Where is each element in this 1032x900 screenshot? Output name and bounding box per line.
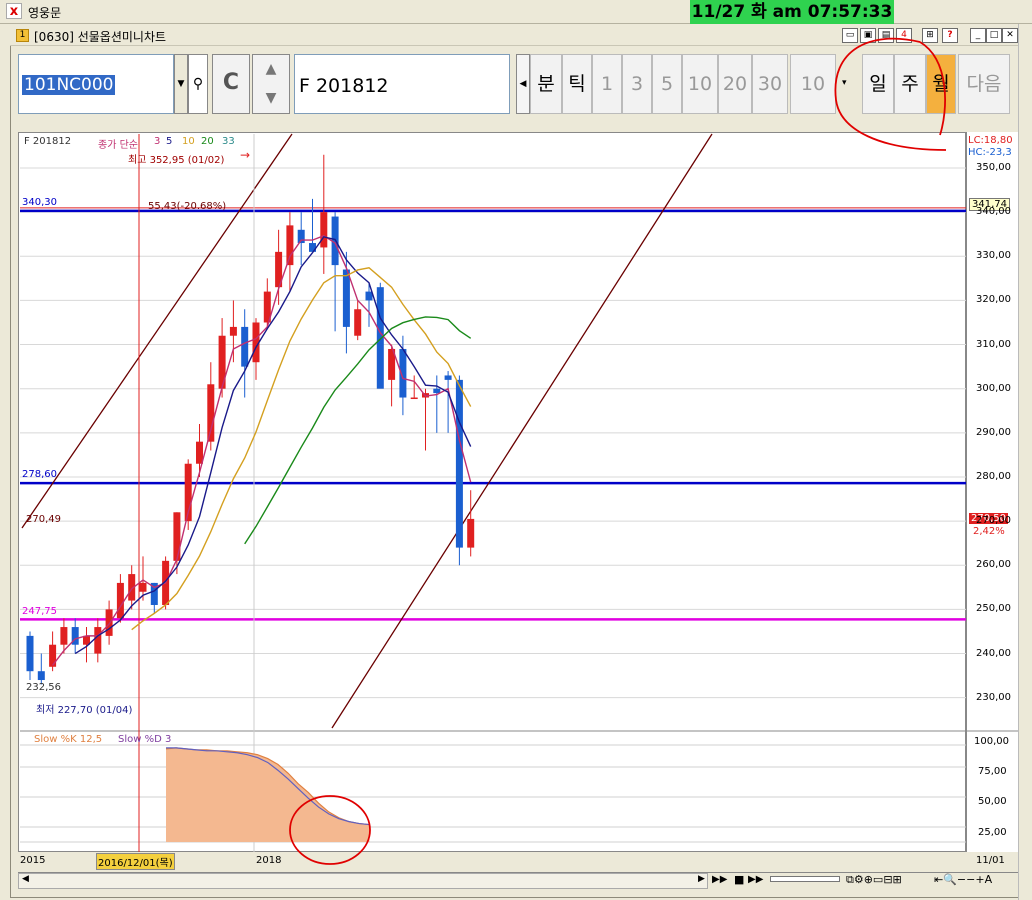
candle-body <box>433 388 441 394</box>
candle-body <box>49 644 57 667</box>
scroll-left-icon[interactable]: ◀ <box>22 874 29 884</box>
candle-body <box>320 212 328 248</box>
price-label-270: 270,49 <box>26 514 61 525</box>
y-tick-label: 330,00 <box>976 250 1011 262</box>
price-label-232: 232,56 <box>26 682 61 693</box>
x-label-2015: 2015 <box>20 855 46 866</box>
y-tick-label: 320,00 <box>976 294 1011 306</box>
scroll-right-icon[interactable]: ▶ <box>698 874 705 884</box>
candle-body <box>309 243 316 252</box>
trendline-1 <box>21 133 293 529</box>
candle-body <box>444 375 452 380</box>
stoch-tick-75: 75,00 <box>978 766 1007 777</box>
candle-body <box>455 379 463 548</box>
x-label-cursor-date: 2016/12/01(목) <box>96 853 175 870</box>
horizontal-lines <box>20 207 966 621</box>
candle-body <box>229 326 237 336</box>
step-forward-icon[interactable]: ▶▶ <box>748 874 763 885</box>
stoch-tick-100: 100,00 <box>974 736 1009 747</box>
y-tick-label: 260,00 <box>976 559 1011 571</box>
x-label-last: 11/01 <box>976 855 1005 866</box>
y-tick-label: 280,00 <box>976 470 1011 482</box>
candle-body <box>116 582 124 619</box>
candle-body <box>354 309 362 336</box>
stoch-d-label: Slow %D 3 <box>118 734 172 745</box>
candle-body <box>207 384 215 442</box>
candle-body <box>105 609 113 636</box>
hline-label-247: 247,75 <box>22 606 57 617</box>
candle-body <box>241 326 249 367</box>
measure-label: 55,43(-20.68%) <box>148 201 227 212</box>
y-tick-label: 250,00 <box>976 603 1011 615</box>
candle-body <box>94 627 102 654</box>
candlestick-chart <box>20 37 1018 865</box>
stoch-tick-25: 25,00 <box>978 827 1007 838</box>
ma-period-3: 3 <box>154 136 161 147</box>
annotation-circle-1 <box>834 37 947 151</box>
y-tick-label: 240,00 <box>976 647 1011 659</box>
candle-body <box>376 287 384 389</box>
ma-label: 종가 단순 <box>98 140 138 151</box>
trendline-2 <box>331 133 713 729</box>
candle-body <box>342 269 350 327</box>
tool-icons[interactable]: ⧉⚙⊕▭⊟⊞ <box>846 873 902 887</box>
candle-body <box>139 582 147 592</box>
y-tick-label: 340,00 <box>976 206 1011 218</box>
y-tick-label: 310,00 <box>976 338 1011 350</box>
hline-label-278: 278,60 <box>22 469 57 480</box>
min-price-label: 최저 227,70 (01/04) <box>36 705 133 716</box>
candle-body <box>365 291 373 301</box>
change-pct: 2,42% <box>973 526 1005 537</box>
candle-body <box>410 397 418 400</box>
trendlines <box>21 133 713 729</box>
y-tick-label: 270,00 <box>976 515 1011 527</box>
y-tick-label: 290,00 <box>976 426 1011 438</box>
max-price-label: 최고 352,95 (01/02) <box>128 155 225 166</box>
candles <box>26 154 475 685</box>
ma-line-10 <box>131 267 472 631</box>
candle-body <box>60 627 68 645</box>
annotation-circle-1b <box>919 41 946 136</box>
lc-label: LC:18,80 <box>968 135 1013 146</box>
x-label-2018: 2018 <box>256 855 282 866</box>
zoom-icons[interactable]: ⇤🔍−−+A <box>934 873 992 886</box>
stoch-tick-50: 50,00 <box>978 796 1007 807</box>
stop-icon[interactable]: ■ <box>734 873 744 886</box>
ma-period-10: 10 <box>182 136 195 147</box>
candle-body <box>286 225 294 266</box>
y-tick-label: 350,00 <box>976 162 1011 173</box>
ma-period-5: 5 <box>166 136 173 147</box>
ma-period-20: 20 <box>201 136 214 147</box>
y-tick-label: 230,00 <box>976 691 1011 703</box>
candle-body <box>26 635 34 672</box>
candle-body <box>467 518 475 548</box>
series-name: F 201812 <box>24 136 72 147</box>
ma-period-33: 33 <box>222 136 235 147</box>
stochastic-panel <box>165 747 370 842</box>
y-tick-label: 300,00 <box>976 382 1011 394</box>
candle-body <box>173 512 181 561</box>
hline-label-340: 340,30 <box>22 197 57 208</box>
max-arrow-icon: → <box>240 148 251 162</box>
candle-body <box>196 441 203 464</box>
candle-body <box>37 671 45 681</box>
horizontal-scrollbar[interactable] <box>18 873 708 889</box>
stoch-k-label: Slow %K 12,5 <box>34 734 103 745</box>
step-back-icon[interactable]: ▶▶ <box>712 874 727 885</box>
zoom-slider[interactable] <box>770 876 840 882</box>
hc-label: HC:-23,3 <box>968 147 1012 158</box>
